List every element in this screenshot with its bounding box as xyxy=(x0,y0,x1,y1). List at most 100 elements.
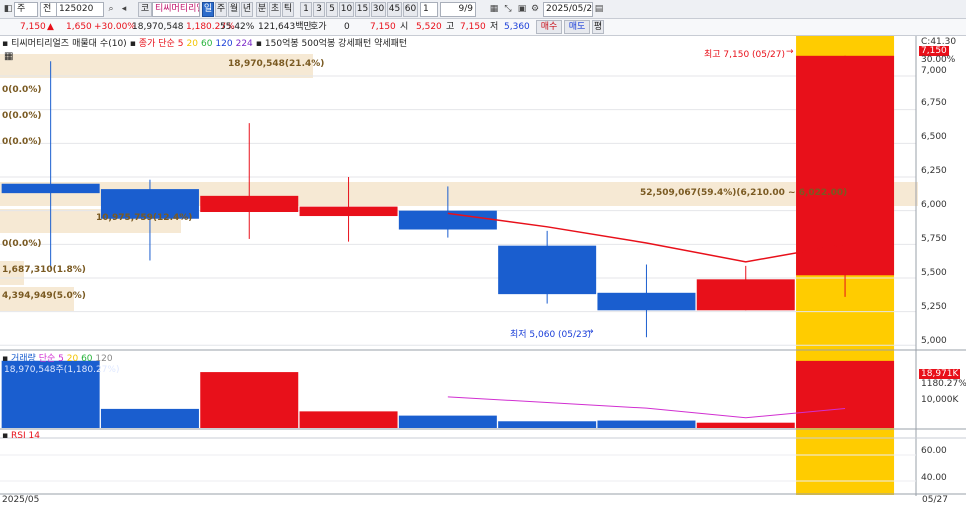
trade-amount: 121,643백만 xyxy=(258,22,312,32)
legend-marker: ▪ xyxy=(129,39,136,49)
save-icon[interactable]: ▣ xyxy=(516,3,528,15)
candle-body xyxy=(696,279,795,311)
tab-minute[interactable]: 분 xyxy=(256,2,268,17)
volume-badge-pct: 1180.27% xyxy=(921,379,966,389)
legend-stock-name: 티씨머티리얼즈 xyxy=(11,39,70,49)
profile-label: 0(0.0%) xyxy=(2,111,42,121)
last-pct: 30.00% xyxy=(921,55,956,65)
interval-1[interactable]: 1 xyxy=(300,2,312,17)
market-select[interactable]: 주 xyxy=(14,2,38,17)
rsi-legend: ▪ RSI 14 xyxy=(2,431,40,441)
tab-month[interactable]: 월 xyxy=(228,2,240,17)
profile-label: 1,687,310(1.8%) xyxy=(2,265,86,275)
interval-3[interactable]: 3 xyxy=(313,2,325,17)
speaker-icon[interactable]: ◂ xyxy=(118,3,130,15)
chart-legend: ▪ 티씨머티리얼즈 매물대 수(10) ▪ 종가 단순 5 20 60 120 224 ▪ 150억봉 … xyxy=(2,38,410,50)
volume-bar xyxy=(498,421,597,428)
tab-second[interactable]: 초 xyxy=(269,2,281,17)
price-tick: 7,000 xyxy=(921,66,947,76)
low-label: 저 xyxy=(490,22,499,32)
arrow-right-icon: → xyxy=(786,47,794,57)
tab-year[interactable]: 년 xyxy=(241,2,253,17)
low-price: 5,360 xyxy=(504,22,530,32)
price-chart[interactable] xyxy=(0,36,966,511)
price-change-pct: +30.00% xyxy=(94,22,136,32)
ask-price: 7,150 xyxy=(370,22,396,32)
price-tick: 5,000 xyxy=(921,336,947,346)
volume-ma5-line xyxy=(447,396,846,419)
hoga-value: 0 xyxy=(344,22,350,32)
interval-45[interactable]: 45 xyxy=(387,2,402,17)
code-input[interactable]: 125020 xyxy=(56,2,104,17)
avg-button[interactable]: 평 xyxy=(592,20,604,34)
buy-button[interactable]: 매수 xyxy=(536,20,562,34)
legend-ma-60: 60 xyxy=(200,39,213,49)
candle-body xyxy=(498,245,597,295)
volume-bar xyxy=(796,360,895,428)
layout-icon[interactable]: ◧ xyxy=(2,3,14,15)
price-tick: 6,250 xyxy=(921,166,947,176)
quote-bar: 7,150 ▲ 1,650 +30.00% 18,970,548 1,180.2… xyxy=(0,19,966,36)
legend-marker: ▪ xyxy=(2,431,9,441)
sell-button[interactable]: 매도 xyxy=(564,20,590,34)
current-price: 7,150 xyxy=(20,22,46,32)
volume-bar xyxy=(200,372,299,428)
date-input[interactable]: 2025/05/27 xyxy=(543,2,593,17)
interval-60[interactable]: 60 xyxy=(403,2,418,17)
legend-patterns: 150억봉 500억봉 강세패턴 약세패턴 xyxy=(264,39,408,49)
interval-30[interactable]: 30 xyxy=(371,2,386,17)
volume: 18,970,548 xyxy=(132,22,184,32)
volume-bar xyxy=(696,422,795,428)
legend-type: 매물대 xyxy=(72,39,97,49)
turnover-pct: 55.42% xyxy=(220,22,255,32)
interval-5[interactable]: 5 xyxy=(326,2,338,17)
tab-tick[interactable]: 틱 xyxy=(282,2,294,17)
price-tick: 6,500 xyxy=(921,132,947,142)
range-display: 9/9 xyxy=(440,2,476,17)
legend-ma-120: 120 xyxy=(215,39,233,49)
grid-icon[interactable]: ▦ xyxy=(488,3,500,15)
legend-count: 수(10) xyxy=(99,39,127,49)
volume-value: 18,970,548주(1,180.27%) xyxy=(4,365,120,375)
x-axis-start: 2025/05 xyxy=(2,495,40,505)
search-icon[interactable]: ⌕ xyxy=(105,3,117,15)
profile-label: 0(0.0%) xyxy=(2,85,42,95)
high-label: 고 xyxy=(446,22,455,32)
low-annotation: 최저 5,060 (05/23) xyxy=(510,330,592,340)
legend-ma-224: 224 xyxy=(235,39,253,49)
legend-ma-5: 5 xyxy=(177,39,184,49)
candle-body xyxy=(299,206,398,217)
profile-label: 0(0.0%) xyxy=(2,137,42,147)
open-price: 5,520 xyxy=(416,22,442,32)
rsi-tick: 60.00 xyxy=(921,446,947,456)
volume-bar xyxy=(597,420,696,428)
calendar-icon[interactable]: ▤ xyxy=(593,3,605,15)
legend-ma-20: 20 xyxy=(186,39,198,49)
high-price: 7,150 xyxy=(460,22,486,32)
grid-toggle-icon[interactable]: ▦ xyxy=(4,51,13,62)
interval-10[interactable]: 10 xyxy=(339,2,354,17)
profile-label: 52,509,067(59.4%)(6,210.00 ~ 6,022.00) xyxy=(640,188,848,198)
stock-name[interactable]: 티씨머티리얼즈 xyxy=(152,2,200,17)
chart-line-icon[interactable]: ⤡ xyxy=(502,3,514,15)
interval-15[interactable]: 15 xyxy=(355,2,370,17)
arrow-right-icon: → xyxy=(586,327,594,337)
profile-label: 18,970,548(21.4%) xyxy=(228,59,325,69)
volume-badge: 18,971K xyxy=(919,369,961,379)
legend-marker: ▪ xyxy=(255,39,262,49)
price-tick: 6,000 xyxy=(921,200,947,210)
candle-body xyxy=(796,55,895,276)
legend-marker: ▪ xyxy=(2,39,9,49)
interval-input[interactable]: 1 xyxy=(420,2,438,17)
profile-label: 0(0.0%) xyxy=(2,239,42,249)
market-badge: 코 xyxy=(138,2,152,17)
volume-tick: 10,000K xyxy=(921,395,959,405)
tab-day[interactable]: 일 xyxy=(202,2,214,17)
settings-icon[interactable]: ⚙ xyxy=(529,3,541,15)
profile-label: 4,394,949(5.0%) xyxy=(2,291,86,301)
high-annotation: 최고 7,150 (05/27) xyxy=(704,50,786,60)
rsi-label: RSI 14 xyxy=(10,431,40,441)
tab-week[interactable]: 주 xyxy=(215,2,227,17)
price-tick: 5,750 xyxy=(921,234,947,244)
price-tick: 5,250 xyxy=(921,302,947,312)
